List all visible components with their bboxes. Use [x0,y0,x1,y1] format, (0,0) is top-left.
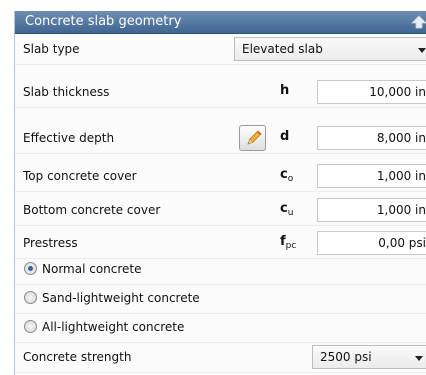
prestress-symbol-sub: pc [285,241,297,251]
effective-depth-value: 8,000 in [376,131,426,145]
chevron-down-icon[interactable] [413,352,425,362]
radio-label: Normal concrete [42,262,142,276]
radio-sand-lightweight-concrete[interactable]: Sand-lightweight concrete [15,283,426,314]
slab-thickness-symbol: h [280,83,289,98]
panel-header[interactable]: Concrete slab geometry [15,11,426,34]
bottom-cover-symbol: cu [280,201,293,218]
pencil-icon [247,130,262,145]
chevron-down-icon[interactable] [416,44,426,54]
slab-type-row: Slab type Elevated slab [15,34,426,65]
slab-thickness-input[interactable]: 10,000 in [317,80,426,104]
bottom-cover-symbol-sub: u [287,208,294,218]
slab-thickness-value: 10,000 in [369,85,426,99]
radio-label: Sand-lightweight concrete [42,291,200,305]
collapse-icon[interactable] [411,15,426,30]
prestress-value: 0,00 psi [378,236,426,250]
radio-normal-concrete[interactable]: Normal concrete [15,254,426,285]
slab-type-select[interactable]: Elevated slab [234,37,426,61]
slab-thickness-label: Slab thickness [23,85,110,99]
radio-button[interactable] [24,291,37,304]
prestress-symbol: fpc [280,234,296,251]
effective-depth-input[interactable]: 8,000 in [317,126,426,150]
radio-button-checked[interactable] [24,262,37,275]
concrete-strength-label: Concrete strength [23,350,132,364]
concrete-strength-value: 2500 psi [320,350,372,364]
slab-thickness-symbol-text: h [280,83,290,98]
slab-type-value: Elevated slab [242,42,323,56]
top-cover-input[interactable]: 1,000 in [317,164,426,188]
top-cover-symbol: co [280,167,293,184]
prestress-label: Prestress [23,236,78,250]
radio-all-lightweight-concrete[interactable]: All-lightweight concrete [15,312,426,343]
effective-depth-symbol: d [280,129,289,144]
effective-depth-label: Effective depth [23,131,115,145]
bottom-cover-symbol-text: c [280,201,288,216]
slab-type-label: Slab type [23,42,80,56]
concrete-slab-geometry-panel: Concrete slab geometry Slab type Elevate… [14,11,426,375]
top-cover-value: 1,000 in [376,169,426,183]
bottom-cover-label: Bottom concrete cover [23,203,161,217]
effective-depth-row: Effective depth d 8,000 in [15,123,426,154]
edit-effective-depth-button[interactable] [239,125,266,151]
concrete-strength-select[interactable]: 2500 psi [312,345,426,369]
effective-depth-symbol-text: d [280,129,290,144]
radio-button[interactable] [24,320,37,333]
panel-title: Concrete slab geometry [25,14,182,29]
top-cover-label: Top concrete cover [23,169,137,183]
top-cover-row: Top concrete cover co 1,000 in [15,161,426,192]
bottom-cover-row: Bottom concrete cover cu 1,000 in [15,195,426,226]
concrete-strength-row: Concrete strength 2500 psi [15,342,426,373]
prestress-input[interactable]: 0,00 psi [317,231,426,255]
top-cover-symbol-sub: o [287,174,294,184]
bottom-cover-input[interactable]: 1,000 in [317,198,426,222]
bottom-cover-value: 1,000 in [376,203,426,217]
slab-thickness-row: Slab thickness h 10,000 in [15,77,426,108]
radio-label: All-lightweight concrete [42,320,185,334]
top-cover-symbol-text: c [280,167,288,182]
